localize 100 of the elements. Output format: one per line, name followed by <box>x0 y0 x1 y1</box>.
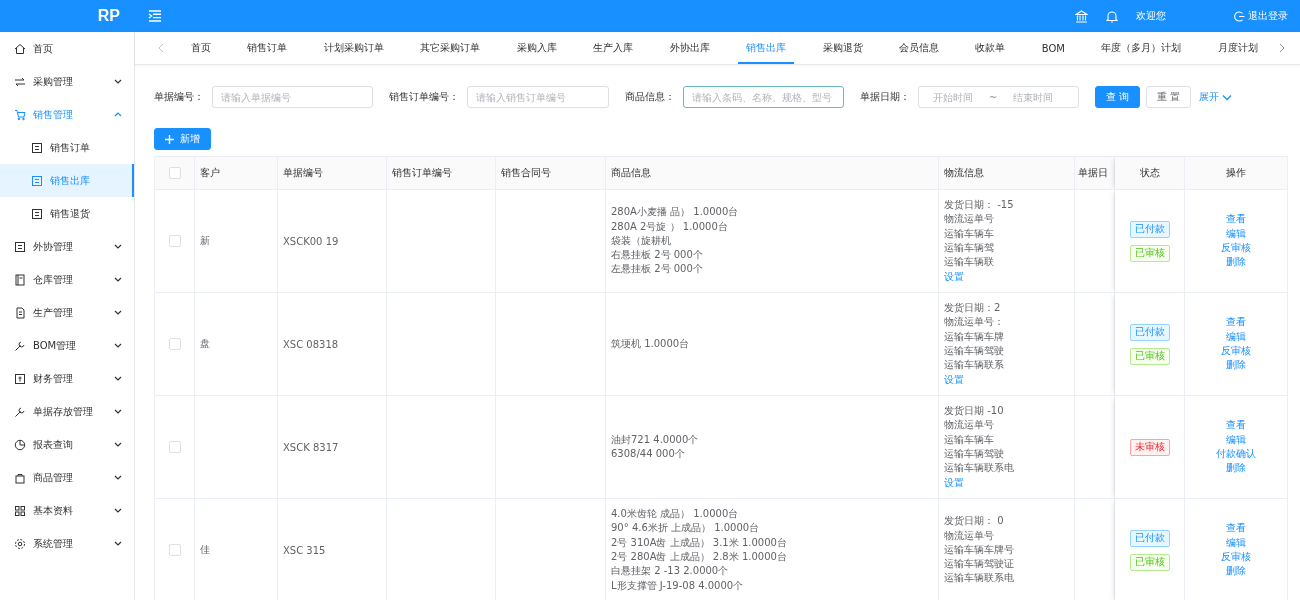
chevron-down-icon <box>114 441 122 448</box>
sidebar-item[interactable]: 报表查询 <box>0 428 134 461</box>
table-cell: 盘 <box>200 337 210 351</box>
status-tag: 已审核 <box>1129 347 1170 365</box>
tab[interactable]: 生产入库 <box>585 32 642 64</box>
tab[interactable]: 年度（多月）计划 <box>1093 32 1190 64</box>
status-tag: 已付款 <box>1129 323 1170 341</box>
chevron-down-icon <box>114 507 122 514</box>
sidebar-item[interactable]: 基本资料 <box>0 494 134 527</box>
chevron-down-icon <box>114 408 122 415</box>
tab[interactable]: 销售订单 <box>239 32 296 64</box>
table-cell: XSCK00 19 <box>283 235 339 247</box>
logistics-line: 物流运单号 <box>944 418 994 433</box>
column-header: 状态 <box>1115 157 1185 190</box>
checkbox[interactable] <box>168 544 181 556</box>
checkbox[interactable] <box>168 441 181 453</box>
book-icon <box>14 273 26 286</box>
tab[interactable]: BOM <box>1033 32 1073 64</box>
chevron-down-icon <box>1222 93 1233 101</box>
chevron-down-icon <box>114 309 122 316</box>
status-tag: 已付款 <box>1129 529 1170 547</box>
document-icon <box>31 174 43 187</box>
field-label: 单据编号： <box>154 90 204 104</box>
logistics-line: 运输车辆驾驶 <box>944 344 1004 358</box>
sidebar-item[interactable]: 生产管理 <box>0 296 134 329</box>
chevron-up-icon <box>114 111 122 118</box>
tab[interactable]: 计划采购订单 <box>315 32 392 64</box>
sidebar-item[interactable]: 外协管理 <box>0 230 134 263</box>
sidebar-item[interactable]: 销售订单 <box>0 131 134 164</box>
checkbox[interactable] <box>168 167 181 179</box>
goods-line: 袋装（旋耕机 <box>611 233 671 248</box>
logistics-line: 运输车辆联 <box>944 255 994 270</box>
scroll-left-icon[interactable] <box>157 43 165 53</box>
tab[interactable]: 外协出库 <box>661 32 718 64</box>
sidebar-item[interactable]: 销售退货 <box>0 197 134 230</box>
sidebar-item[interactable]: 采购管理 <box>0 65 134 98</box>
column-header: 单据编号 <box>278 157 387 190</box>
welcome-text: 欢迎您 <box>1136 9 1166 23</box>
column-header: 操作 <box>1185 157 1288 190</box>
cart-icon <box>14 108 26 121</box>
checkbox[interactable] <box>168 235 181 247</box>
goods-line: 油封721 4.0000个 <box>611 432 699 447</box>
logistics-line: 发货日期：2 <box>944 301 1001 316</box>
tab[interactable]: 收款单 <box>967 32 1014 64</box>
goods-line: 白悬挂架 2 -13 2.0000个 <box>611 564 729 579</box>
logistics-line: 运输车辆车 <box>944 226 994 241</box>
table-cell: 佳 <box>200 543 210 557</box>
settings-icon <box>14 537 26 550</box>
menu-icon[interactable] <box>148 10 162 22</box>
table-cell: 新 <box>200 234 210 248</box>
sidebar-item[interactable]: 首页 <box>0 32 134 65</box>
column-header: 物流信息 <box>939 157 1075 190</box>
goods-line: 280A 2号旋 ） 1.0000台 <box>611 219 728 234</box>
logistics-line: 运输车辆车 <box>944 432 994 447</box>
tab[interactable]: 其它采购订单 <box>412 32 489 64</box>
end-date-input[interactable]: 结束时间 <box>999 90 1068 104</box>
field-label: 单据日期： <box>860 90 910 104</box>
table-cell: XSC 08318 <box>283 338 339 350</box>
reset-button[interactable]: 重 置 <box>1146 86 1192 108</box>
bag-icon <box>14 471 26 484</box>
wrench-icon <box>14 339 26 352</box>
logistics-line: 运输车辆驾驶 <box>944 447 1004 461</box>
chevron-down-icon <box>114 243 122 250</box>
bank-icon[interactable] <box>1075 9 1088 23</box>
goods-line: 90° 4.6米折 上成品） 1.0000台 <box>611 521 760 536</box>
home-icon <box>14 42 26 55</box>
bell-icon[interactable] <box>1106 9 1118 23</box>
sidebar-item[interactable]: 财务管理 <box>0 362 134 395</box>
input-field[interactable]: 请输入条码、名称、规格、型号 <box>683 86 844 108</box>
sidebar-item[interactable]: BOM管理 <box>0 329 134 362</box>
goods-line: 筑埂机 1.0000台 <box>611 336 690 351</box>
logistics-line: 运输车辆驾驶证 <box>944 557 1014 572</box>
sidebar-item[interactable]: 仓库管理 <box>0 263 134 296</box>
grid-icon <box>14 504 26 517</box>
status-tag: 未审核 <box>1129 438 1170 456</box>
logistics-line: 运输车辆联系电 <box>944 461 1014 476</box>
tab[interactable]: 首页 <box>183 32 219 64</box>
start-date-input[interactable]: 开始时间 <box>919 90 987 104</box>
goods-line: L形支撑管 J-19-08 4.0000个 <box>611 578 744 593</box>
status-tag: 已审核 <box>1129 244 1170 262</box>
table-cell: XSCK 8317 <box>283 441 339 453</box>
column-header: 单据日 <box>1075 157 1115 190</box>
tab[interactable]: 会员信息 <box>890 32 947 64</box>
scroll-right-icon[interactable] <box>1278 43 1286 53</box>
sidebar-item[interactable]: 商品管理 <box>0 461 134 494</box>
chevron-down-icon <box>114 342 122 349</box>
tab[interactable]: 采购入库 <box>508 32 565 64</box>
logo: RP <box>96 7 120 25</box>
logistics-line: 物流运单号 <box>944 528 994 543</box>
pie-chart-icon <box>14 438 26 451</box>
checkbox[interactable] <box>168 338 181 350</box>
tab[interactable]: 月度计划 <box>1209 32 1266 64</box>
swap-icon <box>14 75 26 88</box>
chevron-down-icon <box>114 375 122 382</box>
logout-icon <box>1234 10 1245 22</box>
tab[interactable]: 采购退货 <box>814 32 871 64</box>
sidebar-item[interactable]: 单据存放管理 <box>0 395 134 428</box>
sidebar-item[interactable]: 系统管理 <box>0 527 134 560</box>
field-label: 商品信息： <box>625 90 675 104</box>
column-header: 商品信息 <box>606 157 939 190</box>
